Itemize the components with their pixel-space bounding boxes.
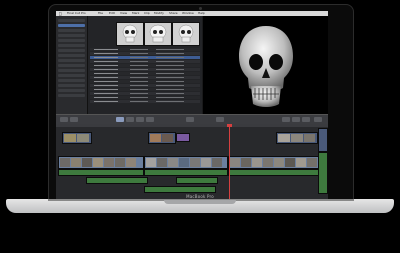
playhead[interactable] [229, 124, 230, 199]
camera-icon [199, 7, 202, 10]
list-item[interactable] [90, 80, 200, 83]
library-button[interactable] [70, 117, 78, 122]
audio-clip[interactable] [318, 152, 328, 194]
timeline[interactable] [56, 124, 328, 199]
library-item[interactable] [58, 49, 85, 52]
title-clip[interactable] [176, 133, 190, 142]
list-item[interactable] [90, 76, 200, 79]
viewer[interactable] [203, 16, 328, 114]
clip-thumbnail[interactable] [116, 22, 144, 46]
brand-label: MacBook Pro [186, 194, 214, 199]
connected-clip[interactable] [276, 132, 318, 144]
list-item[interactable] [90, 88, 200, 91]
list-item[interactable] [90, 100, 200, 103]
overwrite-button[interactable] [146, 117, 154, 122]
effects-button[interactable] [282, 117, 290, 122]
library-item[interactable] [58, 74, 85, 77]
library-item[interactable] [58, 39, 85, 42]
clip-thumbnail[interactable] [172, 22, 200, 46]
music-clip[interactable] [144, 186, 216, 193]
titles-button[interactable] [302, 117, 310, 122]
list-item[interactable] [90, 96, 200, 99]
audio-clip[interactable] [58, 169, 144, 176]
library-item[interactable] [58, 84, 85, 87]
connected-clip[interactable] [62, 132, 92, 144]
import-button[interactable] [60, 117, 68, 122]
audio-clip[interactable] [176, 177, 218, 184]
library-item[interactable] [58, 94, 85, 97]
timeline-ruler[interactable] [56, 124, 328, 127]
library-item[interactable] [58, 79, 85, 82]
list-item[interactable] [90, 64, 200, 67]
storyline-clip[interactable] [144, 156, 228, 169]
library-item[interactable] [58, 64, 85, 67]
clip-thumbnail[interactable] [144, 22, 172, 46]
skull-thumb-icon [117, 23, 143, 45]
event-browser [88, 16, 202, 114]
timecode-display [216, 117, 224, 122]
generators-button[interactable] [314, 117, 322, 122]
library-item[interactable] [58, 29, 85, 32]
list-item-selected[interactable] [90, 56, 200, 59]
list-item[interactable] [90, 48, 200, 51]
storyline-clip[interactable] [58, 156, 144, 169]
skull-thumb-icon [173, 23, 199, 45]
list-item[interactable] [90, 72, 200, 75]
list-item[interactable] [90, 84, 200, 87]
library-item-selected[interactable] [58, 24, 85, 27]
connect-button[interactable] [116, 117, 124, 122]
storyline-clip[interactable] [228, 156, 326, 169]
library-item[interactable] [58, 59, 85, 62]
lid-notch [164, 200, 236, 204]
clip-list [90, 48, 200, 108]
transitions-button[interactable] [292, 117, 300, 122]
list-item[interactable] [90, 52, 200, 55]
append-button[interactable] [136, 117, 144, 122]
library-item[interactable] [58, 89, 85, 92]
list-item[interactable] [90, 92, 200, 95]
library-item[interactable] [58, 34, 85, 37]
library-item[interactable] [58, 69, 85, 72]
audio-clip[interactable] [144, 169, 228, 176]
skull-image [239, 26, 293, 107]
list-item[interactable] [90, 68, 200, 71]
audio-clip[interactable] [228, 169, 326, 176]
library-item[interactable] [58, 44, 85, 47]
audio-clip[interactable] [86, 177, 148, 184]
library-item[interactable] [58, 19, 85, 22]
list-item[interactable] [90, 60, 200, 63]
select-tool-button[interactable] [186, 117, 194, 122]
library-item[interactable] [58, 54, 85, 57]
event-library [56, 16, 88, 114]
app-screen:  Final Cut Pro File Edit View Mark Clip… [56, 11, 328, 199]
connected-clip[interactable] [148, 132, 176, 144]
insert-button[interactable] [126, 117, 134, 122]
skull-thumb-icon [145, 23, 171, 45]
connected-clip[interactable] [318, 128, 328, 152]
